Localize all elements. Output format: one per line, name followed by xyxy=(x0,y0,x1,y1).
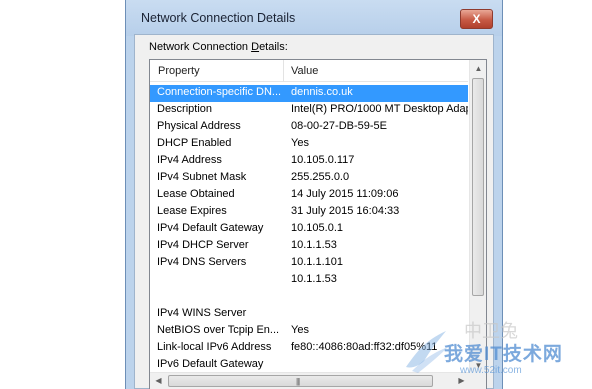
value-cell: 31 July 2015 16:04:33 xyxy=(291,205,400,217)
value-cell: Intel(R) PRO/1000 MT Desktop Adap xyxy=(291,103,468,115)
title-bar[interactable]: Network Connection Details X xyxy=(126,0,502,36)
horizontal-scrollbar[interactable]: ◀ ||| ▶ xyxy=(150,372,470,389)
value-cell: 10.105.0.1 xyxy=(291,222,343,234)
property-cell: IPv4 DNS Servers xyxy=(157,256,247,268)
value-cell: 10.1.1.53 xyxy=(291,273,337,285)
property-cell: IPv4 WINS Server xyxy=(157,307,247,319)
details-label-accelerator: D xyxy=(251,41,260,53)
list-item[interactable] xyxy=(150,289,468,306)
list-item[interactable]: IPv4 Subnet Mask 255.255.0.0 xyxy=(150,170,468,187)
scroll-left-button[interactable]: ◀ xyxy=(150,373,167,389)
arrow-up-icon: ▲ xyxy=(474,64,483,73)
list-rows: Connection-specific DN... dennis.co.uk Des… xyxy=(150,85,468,389)
arrow-left-icon: ◀ xyxy=(155,376,162,385)
property-cell: NetBIOS over Tcpip En... xyxy=(157,324,280,336)
list-item[interactable]: Physical Address 08-00-27-DB-59-5E xyxy=(150,119,468,136)
list-item[interactable]: Lease Obtained 14 July 2015 11:09:06 xyxy=(150,187,468,204)
property-cell: IPv4 DHCP Server xyxy=(157,239,249,251)
property-cell: IPv4 Address xyxy=(157,154,222,166)
value-cell: 10.1.1.53 xyxy=(291,239,337,251)
column-header-value[interactable]: Value xyxy=(291,65,318,77)
value-cell: 08-00-27-DB-59-5E xyxy=(291,120,387,132)
value-cell: 10.105.0.117 xyxy=(291,154,355,166)
list-item[interactable]: Connection-specific DN... dennis.co.uk xyxy=(150,85,468,102)
horizontal-scroll-thumb[interactable]: ||| xyxy=(168,375,433,387)
list-item[interactable]: IPv4 Default Gateway 10.105.0.1 xyxy=(150,221,468,238)
list-header: Property Value xyxy=(150,60,468,82)
close-button[interactable]: X xyxy=(460,9,493,29)
list-item[interactable]: IPv4 DNS Servers 10.1.1.101 xyxy=(150,255,468,272)
arrow-down-icon: ▼ xyxy=(474,361,483,370)
value-cell: dennis.co.uk xyxy=(291,86,353,98)
close-icon: X xyxy=(472,12,481,26)
list-item[interactable]: Lease Expires 31 July 2015 16:04:33 xyxy=(150,204,468,221)
list-item[interactable]: 10.1.1.53 xyxy=(150,272,468,289)
value-cell: 10.1.1.101 xyxy=(291,256,343,268)
grip-icon: ||| xyxy=(296,377,300,386)
list-item[interactable]: DHCP Enabled Yes xyxy=(150,136,468,153)
scroll-right-button[interactable]: ▶ xyxy=(453,373,470,389)
scroll-up-button[interactable]: ▲ xyxy=(470,60,486,77)
vertical-scroll-thumb[interactable] xyxy=(472,78,484,296)
details-label-text-start: Network Connection xyxy=(149,41,252,53)
value-cell: fe80::4086:80ad:ff32:df05%11 xyxy=(291,341,438,353)
value-cell: Yes xyxy=(291,324,309,336)
value-cell: 14 July 2015 11:09:06 xyxy=(291,188,399,200)
property-cell: DHCP Enabled xyxy=(157,137,232,149)
details-list[interactable]: Property Value Connection-specific DN...… xyxy=(149,59,487,389)
property-cell: Link-local IPv6 Address xyxy=(157,341,272,353)
dialog-client-area: Network Connection Details: Property Val… xyxy=(134,34,494,389)
property-cell: IPv4 Default Gateway xyxy=(157,222,264,234)
property-cell: Connection-specific DN... xyxy=(157,86,282,98)
vertical-scrollbar[interactable]: ▲ ▼ xyxy=(469,60,486,374)
list-item[interactable]: Link-local IPv6 Address fe80::4086:80ad:f… xyxy=(150,340,468,357)
property-cell: Lease Expires xyxy=(157,205,227,217)
property-cell: Lease Obtained xyxy=(157,188,235,200)
property-cell: IPv6 Default Gateway xyxy=(157,358,264,370)
scrollbar-corner xyxy=(469,372,486,389)
property-cell: IPv4 Subnet Mask xyxy=(157,171,247,183)
details-label-text-end: etails: xyxy=(259,41,288,53)
network-connection-details-window: Network Connection Details X Network Con… xyxy=(125,0,503,389)
value-cell: 255.255.0.0 xyxy=(291,171,350,183)
window-title: Network Connection Details xyxy=(141,11,296,25)
details-label: Network Connection Details: xyxy=(149,41,288,53)
property-cell: Physical Address xyxy=(157,120,241,132)
list-item[interactable]: Description Intel(R) PRO/1000 MT Desktop … xyxy=(150,102,468,119)
list-item[interactable]: IPv4 WINS Server xyxy=(150,306,468,323)
arrow-right-icon: ▶ xyxy=(458,376,465,385)
list-item[interactable]: IPv4 Address 10.105.0.117 xyxy=(150,153,468,170)
value-cell: Yes xyxy=(291,137,309,149)
list-item[interactable]: NetBIOS over Tcpip En... Yes xyxy=(150,323,468,340)
property-cell: Description xyxy=(157,103,213,115)
column-divider[interactable] xyxy=(283,60,284,82)
column-header-property[interactable]: Property xyxy=(158,65,200,77)
list-item[interactable]: IPv4 DHCP Server 10.1.1.53 xyxy=(150,238,468,255)
